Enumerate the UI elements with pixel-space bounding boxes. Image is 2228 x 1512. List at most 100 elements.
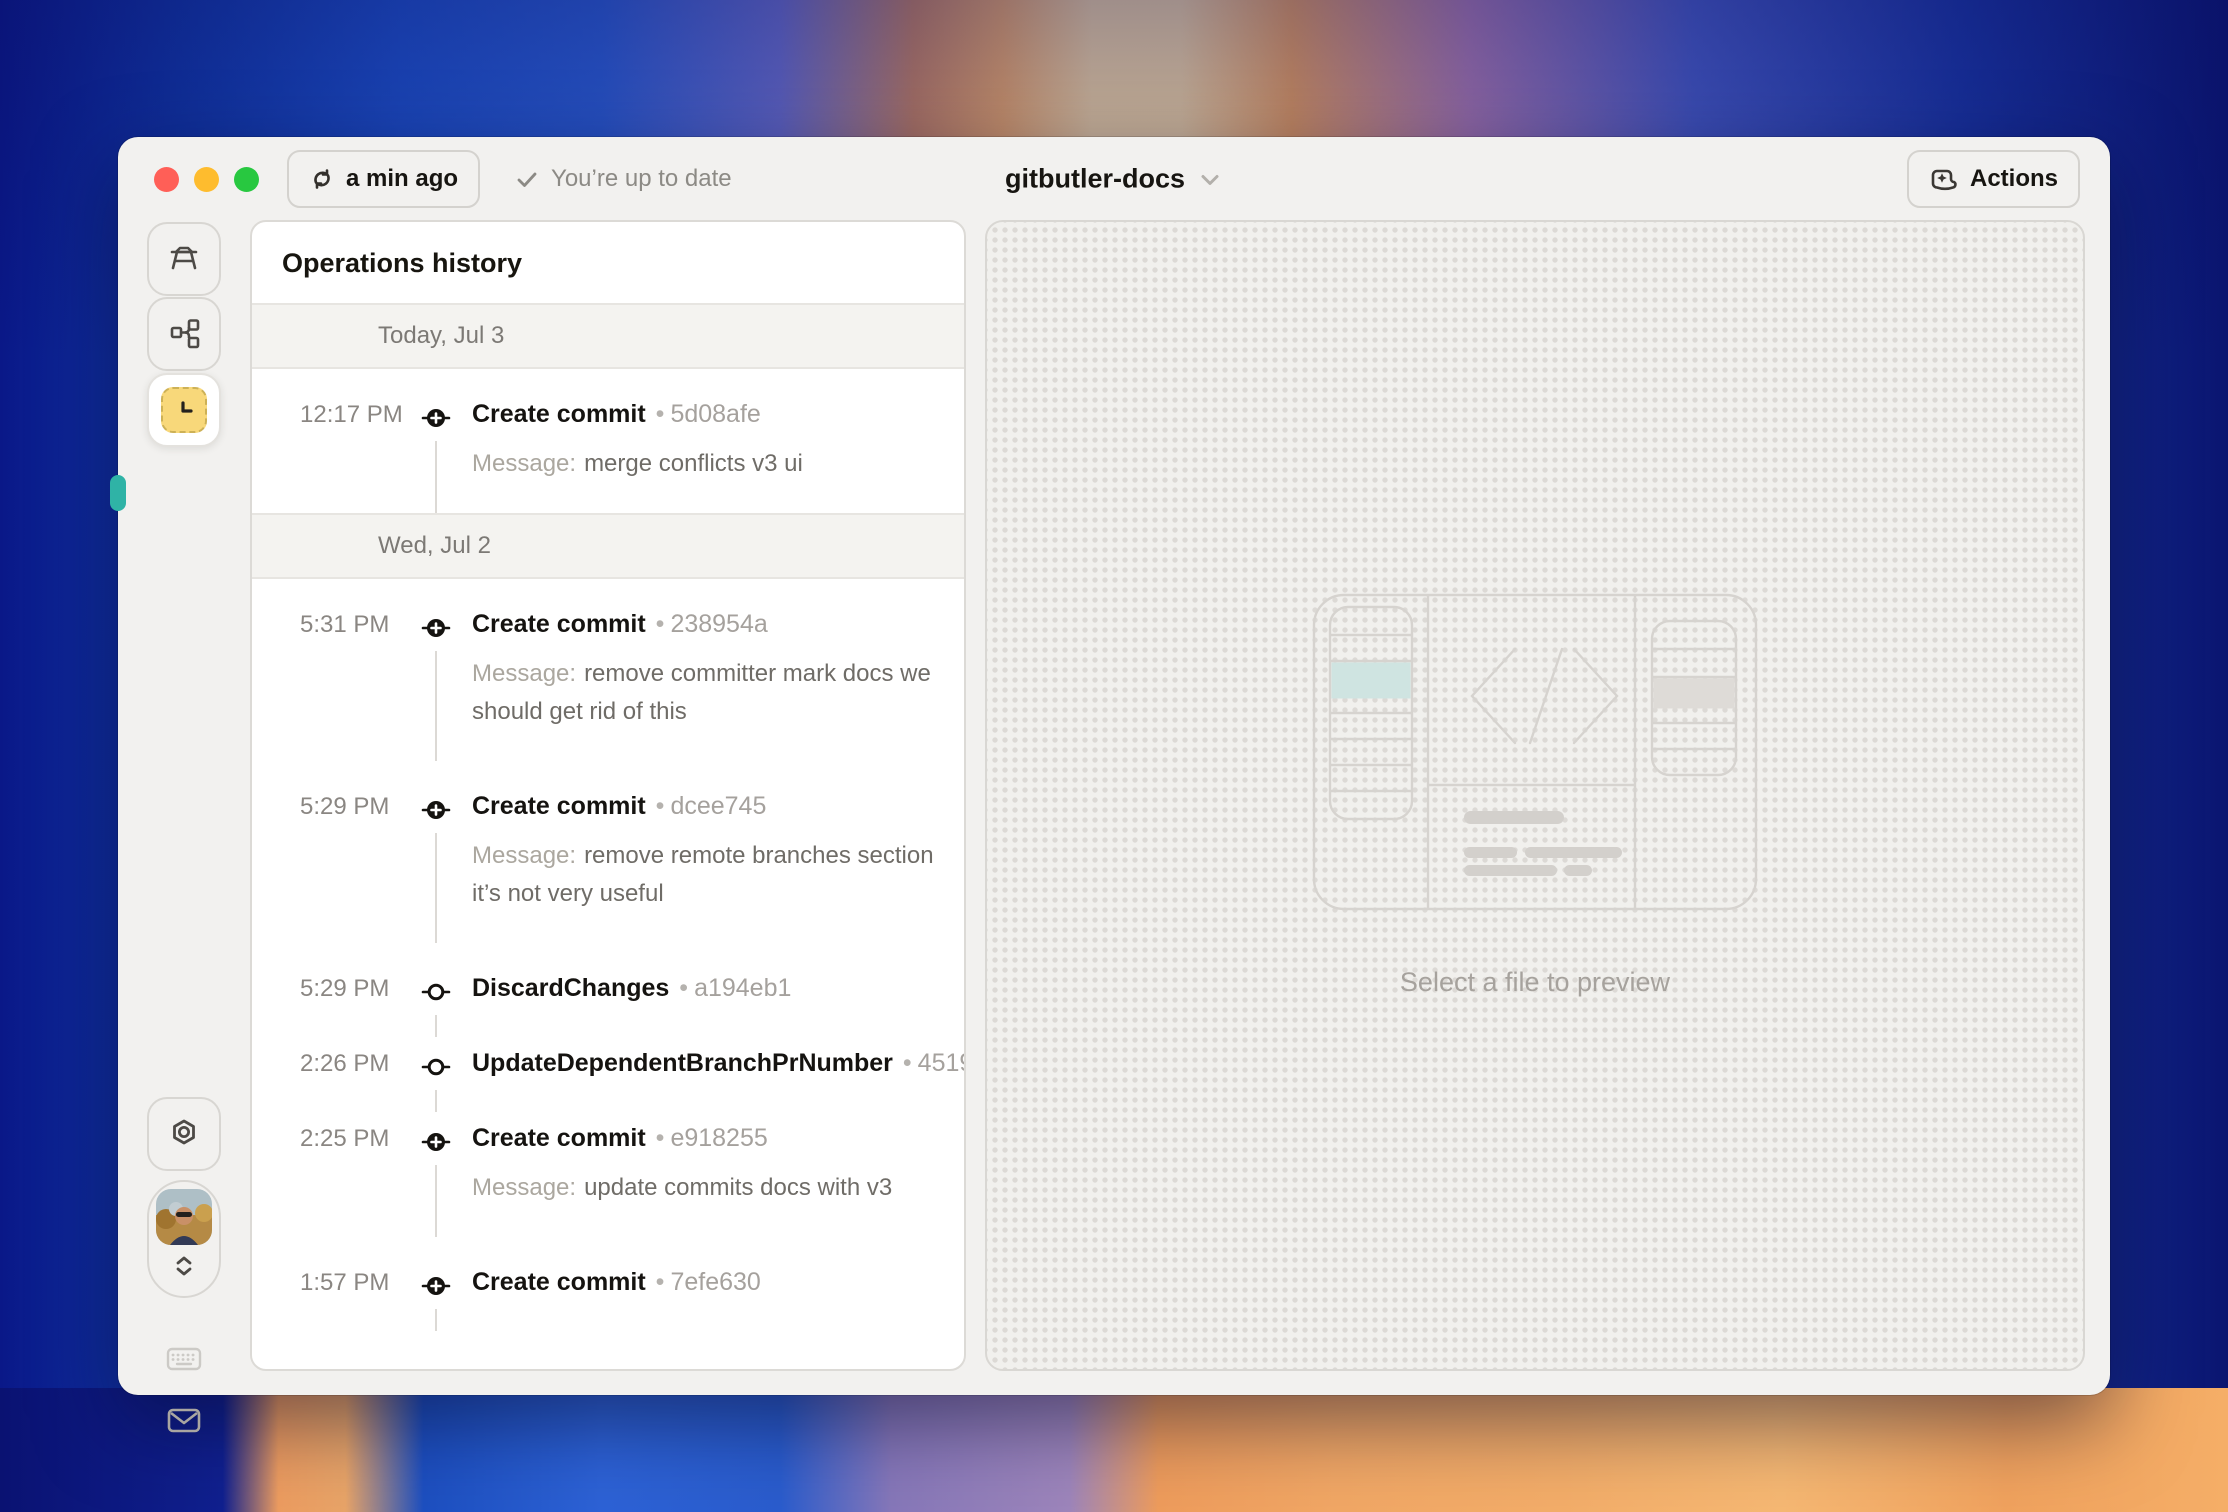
traffic-lights <box>154 166 259 192</box>
up-to-date-label: You’re up to date <box>551 165 732 192</box>
sync-status-button[interactable]: a min ago <box>287 150 481 208</box>
entry-content: UpdateDependentBranchPrNumber •4519e3d <box>472 1046 964 1083</box>
sidebar-item-keyboard[interactable] <box>147 1343 221 1375</box>
operation-title: Create commit <box>472 610 646 638</box>
message-label: Message: <box>472 660 577 687</box>
entry-title-row: Create commit • 238954a <box>472 607 934 641</box>
entry-content: Create commit • 238954a Message: remove com… <box>472 607 934 751</box>
chevron-up-down-icon <box>171 1251 197 1281</box>
section-entries: 5:31 PM Create commit • 238954a Message: re… <box>252 579 964 1331</box>
entry-icon-column <box>420 1265 452 1331</box>
project-selector[interactable]: gitbutler-docs <box>1005 164 1223 195</box>
preview-placeholder-text: Select a file to preview <box>1399 967 1671 997</box>
history-entry[interactable]: 12:17 PM Create commit • 5d08afe Message: m… <box>252 369 964 513</box>
operations-list: Today, Jul 3 12:17 PM Create commit • 5d08… <box>252 305 964 1331</box>
message-text: merge conflicts v3 ui <box>584 450 803 477</box>
commit-message: Message: remove committer mark docs we sh… <box>472 655 934 751</box>
branches-icon <box>167 317 201 351</box>
bullet-separator: • <box>655 792 665 820</box>
zoom-window-button[interactable] <box>234 166 259 192</box>
commit-create-icon <box>420 1270 452 1302</box>
message-label: Message: <box>472 842 577 869</box>
actions-button[interactable]: Actions <box>1906 150 2080 208</box>
entry-title-row: DiscardChanges • a194eb1 <box>472 971 934 1005</box>
date-header: Today, Jul 3 <box>252 305 964 369</box>
bullet-separator: • <box>655 400 665 428</box>
entry-connector-line <box>435 441 437 513</box>
profile-selector[interactable] <box>147 1180 221 1298</box>
sidebar-item-settings[interactable] <box>147 1097 221 1171</box>
entry-icon-column <box>420 397 452 513</box>
history-entry[interactable]: 2:26 PM UpdateDependentBranchPrNumber • 45… <box>252 1018 964 1112</box>
entry-content: DiscardChanges • a194eb1 <box>472 971 934 1008</box>
history-entry[interactable]: 1:57 PM Create commit • 7efe630 <box>252 1237 964 1331</box>
entry-icon-column <box>420 607 452 761</box>
bullet-separator: • <box>655 1124 665 1152</box>
sparkle-box-icon <box>1929 165 1959 193</box>
history-entry[interactable]: 5:31 PM Create commit • 238954a Message: re… <box>252 579 964 761</box>
mail-icon <box>164 1403 204 1437</box>
commit-message: Message: update commits docs with v3 <box>472 1169 934 1227</box>
entry-time: 12:17 PM <box>300 401 403 428</box>
date-header: Wed, Jul 2 <box>252 513 964 579</box>
commit-sha: 238954a <box>670 610 768 638</box>
sidebar-item-branches[interactable] <box>147 297 221 371</box>
entry-connector-line <box>435 651 437 761</box>
operation-title: Create commit <box>472 1124 646 1152</box>
sync-status-label: a min ago <box>346 165 459 192</box>
operation-title: Create commit <box>472 1268 646 1296</box>
entry-icon-column <box>420 1121 452 1237</box>
entry-time: 5:31 PM <box>300 611 390 638</box>
entry-icon-column <box>420 971 452 1037</box>
actions-label: Actions <box>1969 165 2058 192</box>
message-label: Message: <box>472 450 577 477</box>
check-icon <box>514 166 540 192</box>
up-to-date-status: You’re up to date <box>514 165 732 193</box>
history-badge <box>161 387 207 433</box>
file-preview-panel: Select a file to preview <box>985 220 2085 1371</box>
entry-title-row: Create commit • 5d08afe <box>472 397 934 431</box>
sidebar-item-workspace[interactable] <box>147 222 221 296</box>
history-entry[interactable]: 5:29 PM Create commit • dcee745 Message: re… <box>252 761 964 943</box>
file-preview-illustration <box>1312 593 1758 911</box>
commit-sha: dcee745 <box>670 792 767 820</box>
entry-icon-column <box>420 1046 452 1112</box>
workbench-icon <box>166 241 202 277</box>
entry-title-row: Create commit • e918255 <box>472 1121 934 1155</box>
settings-icon <box>167 1117 201 1151</box>
entry-icon-column <box>420 789 452 943</box>
desktop-wallpaper-bottom <box>0 1388 2228 1512</box>
sidebar-item-history[interactable] <box>147 373 221 447</box>
bullet-separator: • <box>655 610 665 638</box>
history-entry[interactable]: 2:25 PM Create commit • e918255 Message: up… <box>252 1093 964 1237</box>
history-section: Today, Jul 3 12:17 PM Create commit • 5d08… <box>252 305 964 513</box>
history-section: Wed, Jul 2 5:31 PM Create commit • 238954a… <box>252 513 964 1331</box>
entry-content: Create commit • e918255 Message: update com… <box>472 1121 934 1227</box>
close-window-button[interactable] <box>154 166 179 192</box>
operations-history-panel: Operations history Today, Jul 3 12:17 PM… <box>250 220 966 1371</box>
entry-title-row: Create commit • 7efe630 <box>472 1265 934 1299</box>
entry-content: Create commit • dcee745 Message: remove rem… <box>472 789 934 933</box>
commit-sha: 5d08afe <box>670 400 761 428</box>
minimize-window-button[interactable] <box>194 166 219 192</box>
entry-content: Create commit • 7efe630 <box>472 1265 934 1302</box>
entry-title-row: UpdateDependentBranchPrNumber •4519e3d <box>472 1046 964 1080</box>
entry-connector-line <box>435 1309 437 1331</box>
entry-connector-line <box>435 1165 437 1237</box>
entry-time: 2:25 PM <box>300 1125 390 1152</box>
operation-title: DiscardChanges <box>472 974 670 1002</box>
entry-time: 1:57 PM <box>300 1269 390 1296</box>
commit-sha: 4519e3d <box>917 1049 964 1077</box>
entry-time: 5:29 PM <box>300 975 390 1002</box>
sidebar-item-feedback[interactable] <box>147 1403 221 1437</box>
gitbutler-window: a min ago You’re up to date gitbutler-do… <box>110 137 2110 1433</box>
history-entry[interactable]: 5:29 PM DiscardChanges • a194eb1 <box>252 943 964 1037</box>
section-entries: 12:17 PM Create commit • 5d08afe Message: m… <box>252 369 964 513</box>
commit-message: Message: merge conflicts v3 ui <box>472 445 934 503</box>
commit-node-icon <box>420 1051 452 1083</box>
entry-title-row: Create commit • dcee745 <box>472 789 934 823</box>
bullet-separator: • <box>679 974 689 1002</box>
sidebar-rail <box>110 221 250 1433</box>
commit-node-icon <box>420 976 452 1008</box>
keyboard-icon <box>164 1343 204 1375</box>
